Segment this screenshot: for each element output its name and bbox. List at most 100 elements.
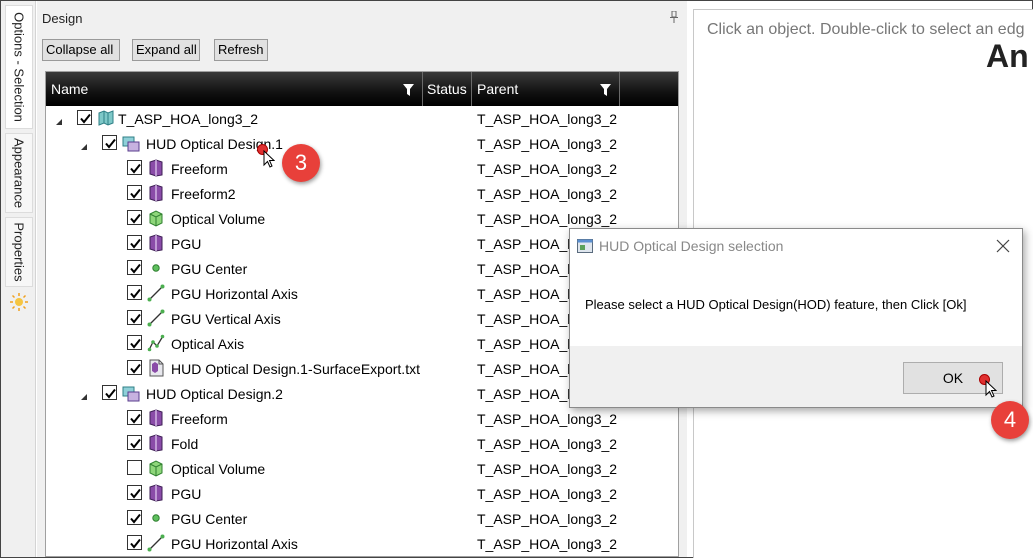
tree-item-label[interactable]: Freeform2 [171, 186, 236, 202]
visibility-checkbox[interactable] [127, 160, 142, 175]
expand-all-button[interactable]: Expand all [132, 39, 200, 61]
tree-row[interactable]: Fold T_ASP_HOA_long3_2 [46, 431, 678, 456]
point-icon [147, 509, 165, 527]
axis-icon [147, 284, 165, 302]
tree-row[interactable]: PGU T_ASP_HOA_long3_2 [46, 481, 678, 506]
mouse-cursor-icon [263, 150, 275, 168]
optical-axis-icon [147, 334, 165, 352]
tree-row[interactable]: Freeform2 T_ASP_HOA_long3_2 [46, 181, 678, 206]
visibility-checkbox[interactable] [127, 410, 142, 425]
volume-icon [147, 209, 165, 227]
tree-row[interactable]: Freeform T_ASP_HOA_long3_2 [46, 156, 678, 181]
hud-selection-dialog: HUD Optical Design selection Please sele… [569, 228, 1023, 408]
visibility-checkbox[interactable] [127, 210, 142, 225]
freeform-icon [147, 159, 165, 177]
tab-lighting[interactable] [5, 291, 33, 315]
tab-label: Options - Selection [11, 12, 27, 122]
column-header-name[interactable]: Name [46, 72, 423, 106]
column-header-label: Status [427, 81, 467, 97]
tree-row[interactable]: PGU Center T_ASP_HOA_long3_2 [46, 506, 678, 531]
visibility-checkbox[interactable] [127, 185, 142, 200]
tree-item-label[interactable]: Optical Axis [171, 336, 244, 352]
tree-item-parent: T_ASP_HOA_long3_2 [477, 111, 618, 127]
axis-icon [147, 534, 165, 552]
collapse-all-button[interactable]: Collapse all [42, 39, 120, 61]
freeform-icon [147, 184, 165, 202]
tree-item-label[interactable]: PGU [171, 486, 201, 502]
close-icon[interactable] [994, 237, 1012, 255]
visibility-checkbox[interactable] [127, 485, 142, 500]
expand-toggle-icon[interactable] [80, 139, 88, 150]
filter-icon[interactable] [403, 84, 414, 96]
tree-item-label[interactable]: Optical Volume [171, 211, 265, 227]
dialog-titlebar: HUD Optical Design selection [570, 229, 1022, 264]
tree-item-parent: T_ASP_HOA_long3_2 [477, 436, 618, 452]
tab-options-selection[interactable]: Options - Selection [5, 5, 33, 129]
step-3-badge: 3 [282, 144, 320, 182]
tree-item-label[interactable]: T_ASP_HOA_long3_2 [118, 111, 258, 127]
visibility-checkbox[interactable] [127, 360, 142, 375]
visibility-checkbox[interactable] [102, 385, 117, 400]
tree-item-label[interactable]: PGU Center [171, 261, 247, 277]
refresh-button[interactable]: Refresh [214, 39, 268, 61]
logo: An [986, 38, 1029, 74]
visibility-checkbox[interactable] [127, 310, 142, 325]
tree-item-label[interactable]: PGU [171, 236, 201, 252]
tree-item-parent: T_ASP_HOA_long3_2 [477, 486, 618, 502]
tree-row[interactable]: Freeform T_ASP_HOA_long3_2 [46, 406, 678, 431]
dialog-message: Please select a HUD Optical Design(HOD) … [585, 297, 967, 312]
tree-row[interactable]: HUD Optical Design.1 T_ASP_HOA_long3_2 [46, 131, 678, 156]
tree-item-label[interactable]: HUD Optical Design.1-SurfaceExport.txt [171, 361, 420, 377]
tree-item-parent: T_ASP_HOA_lo [477, 361, 579, 377]
filter-icon[interactable] [600, 84, 611, 96]
tree-item-parent: T_ASP_HOA_long3_2 [477, 161, 618, 177]
expand-toggle-icon[interactable] [80, 389, 88, 400]
column-header-status[interactable]: Status [423, 72, 472, 106]
visibility-checkbox[interactable] [127, 235, 142, 250]
tree-item-label[interactable]: PGU Horizontal Axis [171, 286, 298, 302]
visibility-checkbox[interactable] [127, 285, 142, 300]
tree-item-parent: T_ASP_HOA_lo [477, 336, 579, 352]
freeform-icon [147, 234, 165, 252]
tree-item-label[interactable]: Optical Volume [171, 461, 265, 477]
tree-item-label[interactable]: HUD Optical Design.2 [146, 386, 283, 402]
tab-label: Appearance [11, 137, 27, 209]
file-icon [147, 359, 165, 377]
freeform-icon [147, 434, 165, 452]
visibility-checkbox[interactable] [127, 460, 142, 475]
tree-item-parent: T_ASP_HOA_lo [477, 386, 579, 402]
pin-icon[interactable] [669, 11, 679, 23]
visibility-checkbox[interactable] [77, 110, 92, 125]
hud-design-icon [122, 134, 140, 152]
tree-item-label[interactable]: PGU Horizontal Axis [171, 536, 298, 552]
expand-toggle-icon[interactable] [55, 114, 63, 125]
visibility-checkbox[interactable] [102, 135, 117, 150]
tree-item-parent: T_ASP_HOA_long3_2 [477, 186, 618, 202]
tree-item-label[interactable]: PGU Vertical Axis [171, 311, 281, 327]
visibility-checkbox[interactable] [127, 535, 142, 550]
tab-appearance[interactable]: Appearance [5, 133, 33, 213]
visibility-checkbox[interactable] [127, 435, 142, 450]
part-icon [97, 109, 115, 127]
freeform-icon [147, 484, 165, 502]
tree-item-label[interactable]: Freeform [171, 161, 228, 177]
tree-item-label[interactable]: PGU Center [171, 511, 247, 527]
side-tab-strip: Options - Selection Appearance Propertie… [1, 1, 36, 557]
visibility-checkbox[interactable] [127, 510, 142, 525]
column-header-label: Name [51, 81, 89, 97]
tree-row[interactable]: PGU Horizontal Axis T_ASP_HOA_long3_2 [46, 531, 678, 556]
visibility-checkbox[interactable] [127, 260, 142, 275]
dialog-body: Please select a HUD Optical Design(HOD) … [570, 264, 1022, 346]
tree-item-label[interactable]: Fold [171, 436, 198, 452]
tree-item-label[interactable]: Freeform [171, 411, 228, 427]
tree-row[interactable]: Optical Volume T_ASP_HOA_long3_2 [46, 456, 678, 481]
mouse-cursor-icon [985, 380, 997, 398]
point-icon [147, 259, 165, 277]
column-header-parent[interactable]: Parent [472, 72, 620, 106]
tree-row[interactable]: T_ASP_HOA_long3_2 T_ASP_HOA_long3_2 [46, 106, 678, 131]
tree-item-parent: T_ASP_HOA_lo [477, 236, 579, 252]
hud-design-icon [122, 384, 140, 402]
visibility-checkbox[interactable] [127, 335, 142, 350]
tree-header: Name Status Parent [46, 72, 678, 106]
tab-properties[interactable]: Properties [5, 217, 33, 287]
